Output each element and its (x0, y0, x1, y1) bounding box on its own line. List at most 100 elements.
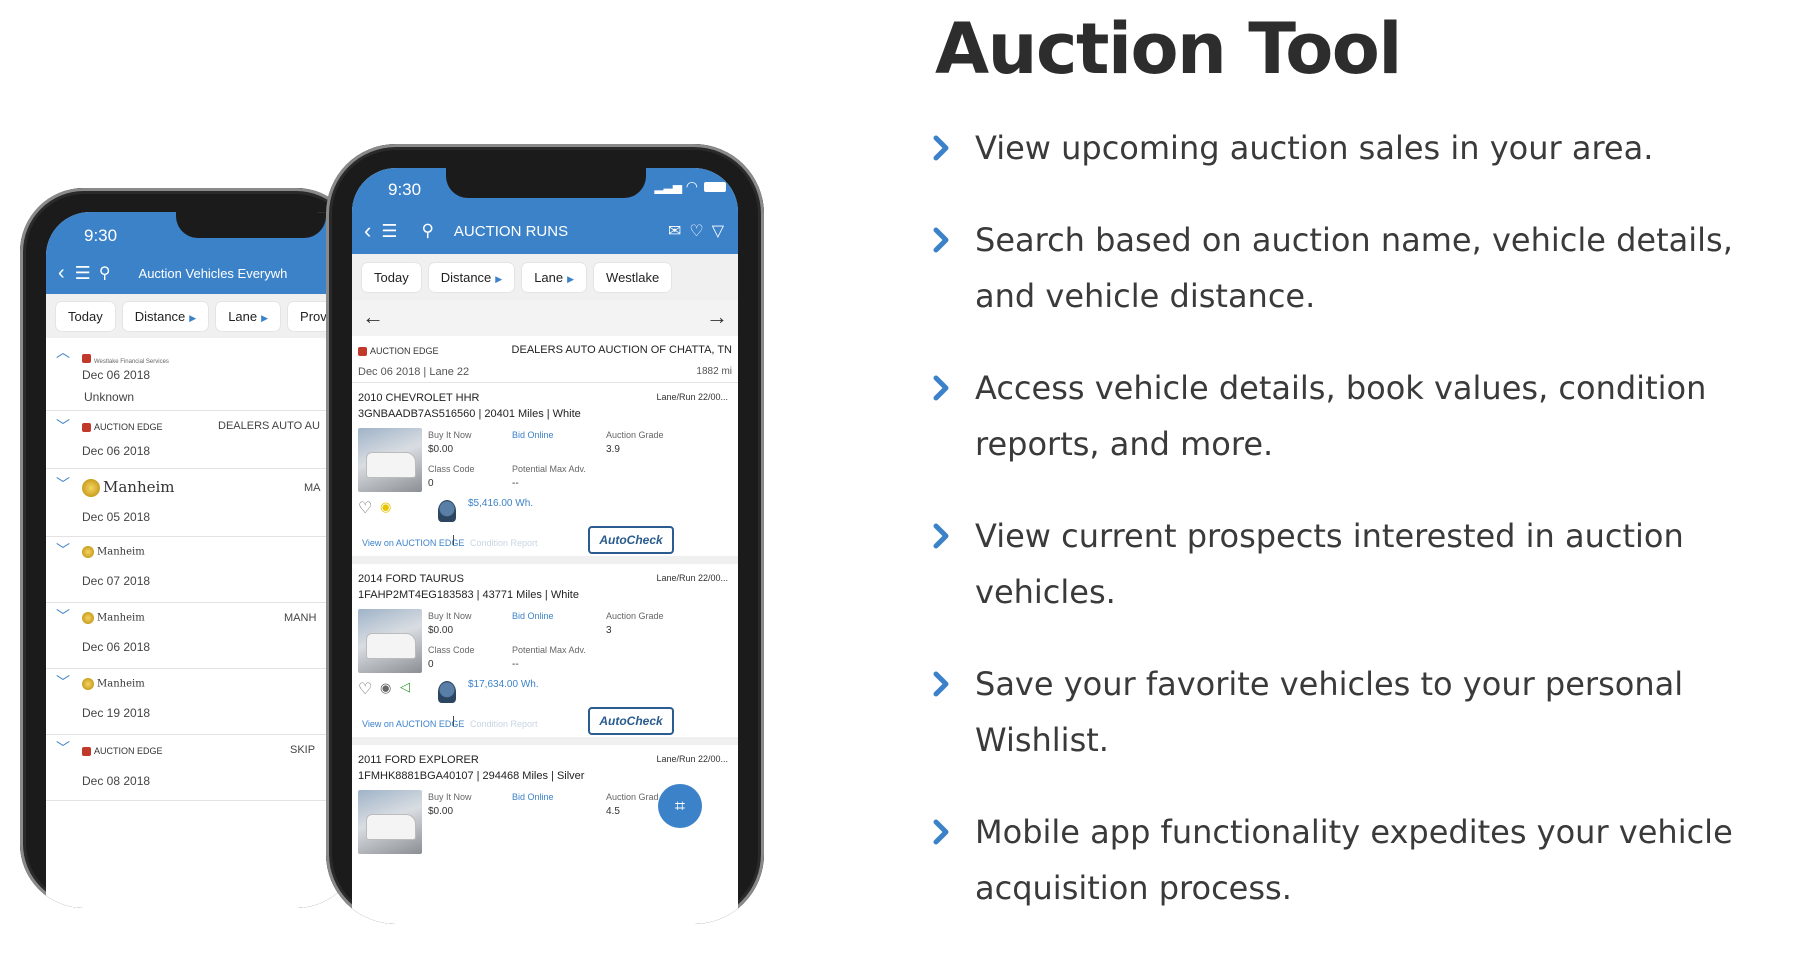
search-icon[interactable]: ⚲ (421, 221, 433, 241)
chevron-down-icon[interactable]: ﹀ (56, 672, 70, 692)
auction-date: Dec 06 2018 (82, 444, 151, 458)
class-code-label: Class Code (428, 645, 475, 655)
menu-icon[interactable]: ☰ (75, 263, 91, 284)
auction-date: Dec 06 2018 (82, 640, 151, 654)
vehicle-photo[interactable] (358, 428, 422, 492)
logo-text: Manheim (97, 678, 145, 690)
chip-label: Distance (440, 269, 492, 285)
notch (176, 212, 326, 238)
auction-distance: 1882 mi (696, 366, 732, 377)
vehicle-listing[interactable]: 2011 FORD EXPLORER 1FMHK8881BGA40107 | 2… (352, 744, 738, 924)
buy-now-label: Buy It Now (428, 611, 472, 621)
grade-label: Auction Grade (606, 430, 664, 440)
vehicle-listing[interactable]: 2010 CHEVROLET HHR 3GNBAADB7AS516560 | 2… (352, 382, 738, 564)
autocheck-button[interactable]: AutoCheck (588, 526, 674, 554)
feature-item: Mobile app functionality expedites your … (930, 804, 1790, 916)
logo-text: AUCTION EDGE (94, 422, 163, 432)
auction-edge-logo-icon (82, 423, 91, 433)
eye-icon[interactable]: ◉ (380, 680, 391, 696)
auction-header: AUCTION EDGE DEALERS AUTO AUCTION OF CHA… (352, 336, 738, 383)
search-icon[interactable]: ⚲ (99, 263, 111, 283)
logo-text: AUCTION EDGE (94, 746, 163, 756)
condition-report-link[interactable]: Condition Report (470, 538, 538, 548)
logo-text: AUCTION EDGE (370, 346, 439, 356)
scan-fab-icon[interactable]: ⌗ (658, 784, 702, 828)
buy-now-value: $0.00 (428, 806, 454, 817)
feature-text: Search based on auction name, vehicle de… (975, 221, 1733, 315)
wifi-icon: ◠ (685, 178, 698, 194)
bid-online-link[interactable]: Bid Online (512, 792, 554, 802)
auction-logo: AUCTION EDGE (358, 346, 439, 357)
chevron-down-icon[interactable]: ﹀ (56, 474, 70, 494)
chip-lane[interactable]: Lane ▶ (216, 301, 281, 331)
list-item[interactable]: ﹀ Manheim MA Dec 05 2018 (46, 468, 360, 537)
chevron-down-icon[interactable]: ﹀ (56, 738, 70, 758)
buy-now-label: Buy It Now (428, 430, 472, 440)
grade-label: Auction Grad (606, 792, 659, 802)
chip-distance[interactable]: Distance ▶ (428, 262, 515, 292)
list-item[interactable]: ﹀ AUCTION EDGE SKIP Dec 08 2018 (46, 734, 360, 801)
auction-date: Dec 08 2018 (82, 774, 151, 788)
megaphone-icon[interactable]: ◁ (400, 679, 410, 695)
lane-run: Lane/Run 22/00... (656, 392, 728, 402)
vehicle-vin: 1FMHK8881BGA40107 | 294468 Miles | Silve… (358, 770, 585, 782)
class-code-value: 0 (428, 478, 434, 489)
heart-icon[interactable]: ♡ (358, 498, 372, 518)
list-item[interactable]: ︿ Westlake Financial Services Dec 06 201… (46, 338, 360, 411)
pma-value: -- (512, 659, 519, 670)
view-on-auction-edge-link[interactable]: View on AUCTION EDGE (362, 719, 464, 729)
price-value: $17,634.00 Wh. (468, 679, 539, 690)
front-phone-screen: 9:30 ▂▃▅ ◠ ‹ ☰ ⚲ AUCTION RUNS ✉ ♡ ▽ Toda… (352, 168, 738, 924)
bid-online-link[interactable]: Bid Online (512, 611, 554, 621)
feature-text: Save your favorite vehicles to your pers… (975, 665, 1684, 759)
auction-logo: Manheim (82, 678, 145, 690)
chevron-down-icon[interactable]: ﹀ (56, 606, 70, 626)
mail-icon[interactable]: ✉ (668, 221, 681, 241)
list-item[interactable]: ﹀ Manheim Dec 07 2018 (46, 536, 360, 603)
autocheck-button[interactable]: AutoCheck (588, 707, 674, 735)
menu-icon[interactable]: ☰ (381, 221, 397, 242)
bid-online-link[interactable]: Bid Online (512, 430, 554, 440)
buy-now-value: $0.00 (428, 444, 454, 455)
list-item[interactable]: ﹀ Manheim MANH Dec 06 2018 (46, 602, 360, 669)
pma-value: -- (512, 478, 519, 489)
chevron-down-icon[interactable]: ﹀ (56, 540, 70, 560)
chip-distance[interactable]: Distance ▶ (122, 301, 209, 331)
chip-lane[interactable]: Lane ▶ (522, 262, 587, 292)
chip-today[interactable]: Today (362, 262, 421, 292)
eye-icon[interactable]: ◉ (380, 499, 391, 515)
vehicle-listing[interactable]: 2014 FORD TAURUS 1FAHP2MT4EG183583 | 437… (352, 563, 738, 745)
vehicle-photo[interactable] (358, 609, 422, 673)
chevron-right-icon (933, 819, 949, 845)
signal-icon: ▂▃▅ (654, 180, 682, 194)
chevron-down-icon[interactable]: ﹀ (56, 416, 70, 436)
list-item[interactable]: ﹀ AUCTION EDGE DEALERS AUTO AU Dec 06 20… (46, 410, 360, 469)
car-icon (366, 452, 416, 478)
chip-label: Westlake (606, 269, 660, 285)
heart-icon[interactable]: ♡ (358, 679, 372, 699)
auction-name: DEALERS AUTO AU (218, 420, 320, 432)
vehicle-photo[interactable] (358, 790, 422, 854)
chevron-up-icon[interactable]: ︿ (56, 342, 70, 362)
heart-icon[interactable]: ♡ (689, 221, 703, 241)
auction-logo: Westlake Financial Services (82, 350, 169, 368)
filter-chips: Today Distance ▶ Lane ▶ Prov (46, 294, 360, 338)
manheim-logo-icon (82, 479, 100, 497)
chip-today[interactable]: Today (56, 301, 115, 331)
filter-icon[interactable]: ▽ (712, 221, 724, 241)
back-chevron-icon[interactable]: ‹ (58, 262, 65, 285)
feature-item: Search based on auction name, vehicle de… (930, 212, 1790, 324)
chip-westlake[interactable]: Westlake (594, 262, 672, 292)
lane-run: Lane/Run 22/00... (656, 573, 728, 583)
list-item[interactable]: ﹀ Manheim Dec 19 2018 (46, 668, 360, 735)
vehicle-title: 2010 CHEVROLET HHR (358, 392, 480, 404)
arrow-left-icon[interactable]: ← (362, 304, 384, 330)
view-on-auction-edge-link[interactable]: View on AUCTION EDGE (362, 538, 464, 548)
car-icon (366, 633, 416, 659)
link-divider: | (452, 715, 455, 727)
back-chevron-icon[interactable]: ‹ (364, 218, 371, 244)
arrow-right-icon[interactable]: → (706, 304, 728, 330)
vehicle-title: 2011 FORD EXPLORER (358, 754, 479, 766)
feature-text: Access vehicle details, book values, con… (975, 369, 1707, 463)
condition-report-link[interactable]: Condition Report (470, 719, 538, 729)
